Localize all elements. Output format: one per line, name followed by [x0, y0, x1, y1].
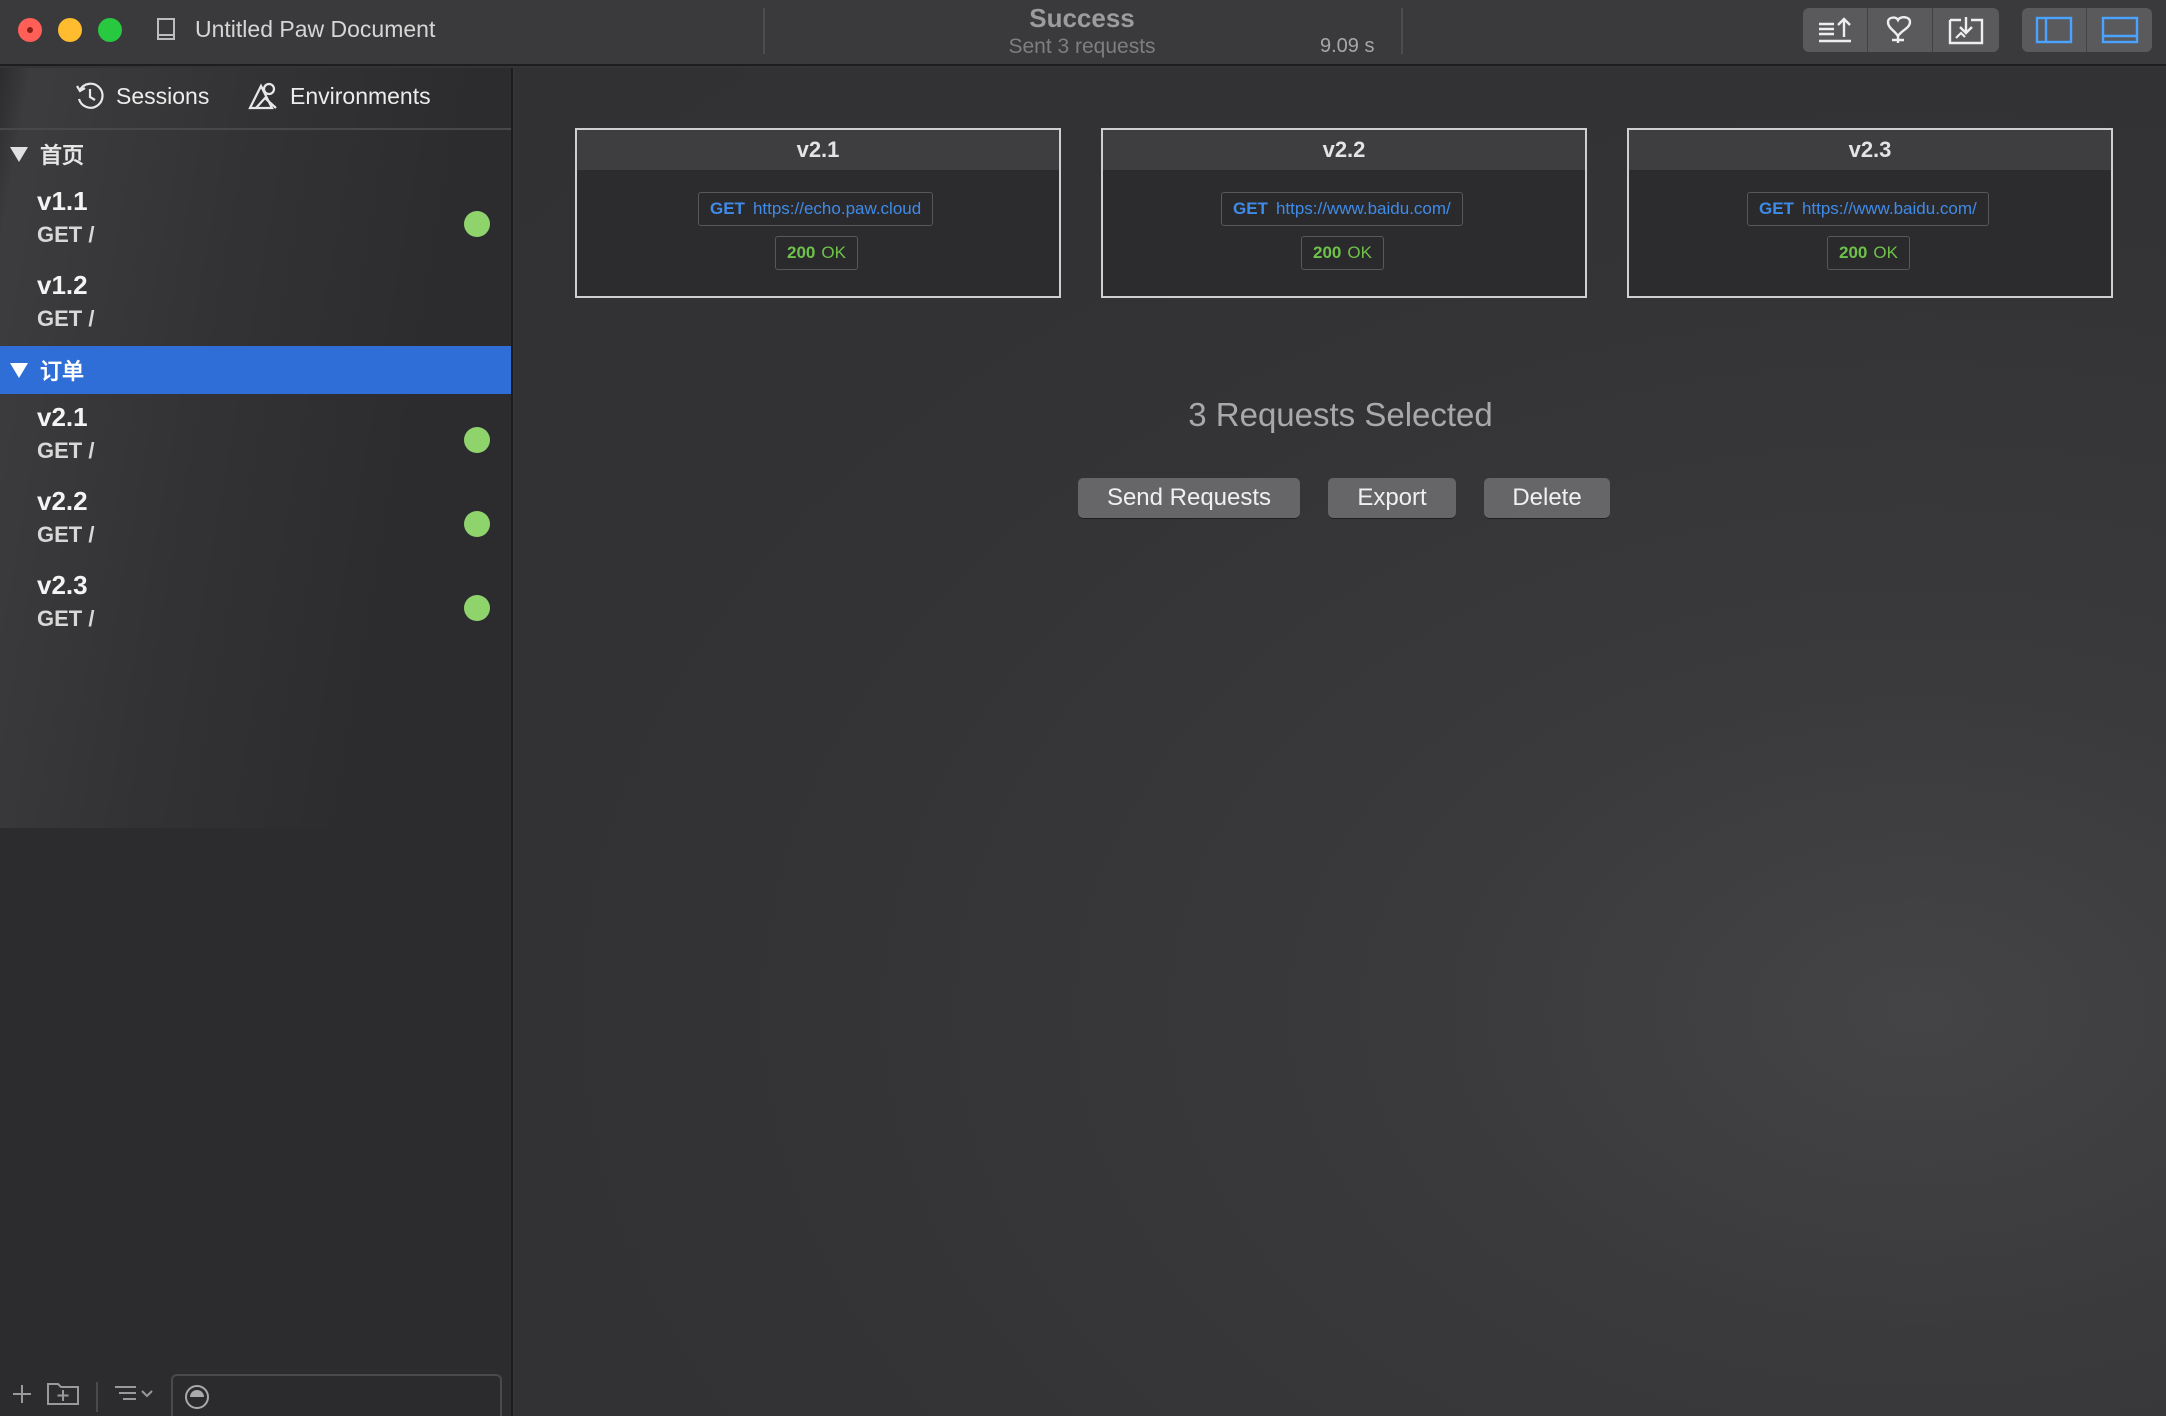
request-name: v1.1 — [37, 186, 88, 216]
card-title: v2.2 — [1103, 130, 1585, 170]
tab-environments-label: Environments — [290, 82, 431, 109]
document-icon — [157, 18, 175, 40]
success-status-dot — [464, 511, 490, 537]
group-label: 订单 — [40, 359, 85, 384]
environments-icon — [248, 82, 277, 110]
import-button[interactable] — [1933, 8, 1998, 52]
clock-icon — [76, 82, 104, 109]
paw-window: Untitled Paw Document Success Sent 3 req… — [0, 0, 2166, 1416]
left-sidebar-icon — [2035, 16, 2073, 44]
status-code: 200 — [787, 243, 816, 262]
status-code: 200 — [1839, 243, 1868, 262]
request-name: v2.3 — [37, 570, 88, 600]
request-url: https://www.baidu.com/ — [1275, 199, 1451, 218]
add-request-icon[interactable] — [10, 1382, 34, 1406]
send-requests-button[interactable]: Send Requests — [1078, 478, 1300, 518]
export-icon — [1819, 17, 1851, 43]
group-label: 首页 — [40, 143, 85, 168]
request-item-v2-2[interactable]: v2.2 GET / — [0, 480, 511, 564]
selection-title: 3 Requests Selected — [1188, 396, 1493, 433]
request-url: https://echo.paw.cloud — [752, 199, 922, 218]
selection-actions: Send Requests Export Delete — [515, 478, 2166, 518]
group-home[interactable]: 首页 — [0, 130, 511, 178]
filter-input[interactable] — [221, 1382, 491, 1412]
filter-icon — [185, 1385, 209, 1409]
request-url: https://www.baidu.com/ — [1801, 199, 1977, 218]
bottom-panel-icon — [2101, 16, 2138, 44]
response-status-pill: 200 OK — [775, 236, 858, 270]
export-button[interactable] — [1803, 8, 1868, 52]
request-method-path: GET / — [37, 306, 95, 331]
sidebar: Sessions Environments 首页 v1.1 GET / v1.2 — [0, 68, 513, 1416]
response-status-pill: 200 OK — [1301, 236, 1384, 270]
status-subtitle: Sent 3 requests — [1008, 35, 1156, 58]
titlebar-divider — [763, 8, 765, 54]
cookies-button[interactable] — [1868, 8, 1933, 52]
request-card-v2-2[interactable]: v2.2 GET https://www.baidu.com/ 200 OK — [1101, 128, 1587, 298]
response-status-pill: 200 OK — [1827, 236, 1910, 270]
close-window-button[interactable] — [18, 18, 42, 42]
document-title: Untitled Paw Document — [195, 16, 436, 42]
title-bar: Untitled Paw Document Success Sent 3 req… — [0, 0, 2166, 66]
titlebar-divider — [1401, 8, 1403, 54]
export-button[interactable]: Export — [1328, 478, 1456, 518]
sidebar-bottom-bar — [0, 1366, 511, 1416]
request-method-path: GET / — [37, 606, 95, 631]
disclosure-triangle-icon[interactable] — [10, 146, 28, 162]
request-url-pill: GET https://www.baidu.com/ — [1747, 192, 1989, 226]
layout-toggles — [2022, 8, 2152, 52]
request-name: v2.1 — [37, 402, 88, 432]
disclosure-triangle-icon[interactable] — [10, 362, 28, 378]
main-content: v2.1 GET https://echo.paw.cloud 200 OK v… — [515, 68, 2166, 1416]
request-method-path: GET / — [37, 522, 95, 547]
request-card-v2-3[interactable]: v2.3 GET https://www.baidu.com/ 200 OK — [1627, 128, 2113, 298]
add-group-icon[interactable] — [46, 1378, 80, 1406]
sort-options-icon[interactable] — [112, 1382, 156, 1406]
card-title: v2.1 — [577, 130, 1059, 170]
success-status-dot — [464, 427, 490, 453]
request-url-pill: GET https://echo.paw.cloud — [698, 192, 934, 226]
status-title: Success — [1029, 3, 1135, 33]
success-status-dot — [464, 595, 490, 621]
status-text: OK — [821, 243, 846, 262]
request-name: v2.2 — [37, 486, 88, 516]
request-item-v2-1[interactable]: v2.1 GET / — [0, 396, 511, 480]
request-url-pill: GET https://www.baidu.com/ — [1221, 192, 1463, 226]
request-method: GET — [710, 199, 745, 218]
import-icon — [1948, 17, 1983, 45]
card-title: v2.3 — [1629, 130, 2111, 170]
bottom-bar-divider — [96, 1382, 98, 1412]
toggle-sidebar-button[interactable] — [2022, 8, 2087, 52]
toolbar-actions — [1803, 8, 1999, 52]
status-text: OK — [1873, 243, 1898, 262]
request-method-path: GET / — [37, 222, 95, 247]
tab-environments[interactable]: Environments — [246, 80, 431, 112]
request-item-v1-2[interactable]: v1.2 GET / — [0, 264, 511, 348]
filter-field[interactable] — [171, 1374, 502, 1416]
success-status-dot — [464, 211, 490, 237]
request-name: v1.2 — [37, 270, 88, 300]
tab-sessions[interactable]: Sessions — [74, 80, 209, 112]
toggle-bottom-panel-button[interactable] — [2087, 8, 2152, 52]
sidebar-tabs: Sessions Environments — [0, 68, 511, 130]
minimize-window-button[interactable] — [58, 18, 82, 42]
request-item-v2-3[interactable]: v2.3 GET / — [0, 564, 511, 648]
request-card-v2-1[interactable]: v2.1 GET https://echo.paw.cloud 200 OK — [575, 128, 1061, 298]
request-method: GET — [1233, 199, 1268, 218]
group-orders[interactable]: 订单 — [0, 346, 511, 394]
request-method: GET — [1759, 199, 1794, 218]
zoom-window-button[interactable] — [98, 18, 122, 42]
request-item-v1-1[interactable]: v1.1 GET / — [0, 180, 511, 264]
status-code: 200 — [1313, 243, 1342, 262]
status-time: 9.09 s — [1320, 35, 1375, 57]
status-text: OK — [1347, 243, 1372, 262]
delete-button[interactable]: Delete — [1484, 478, 1610, 518]
tab-sessions-label: Sessions — [116, 82, 210, 109]
request-method-path: GET / — [37, 438, 95, 463]
cookie-jar-icon — [1886, 16, 1912, 43]
